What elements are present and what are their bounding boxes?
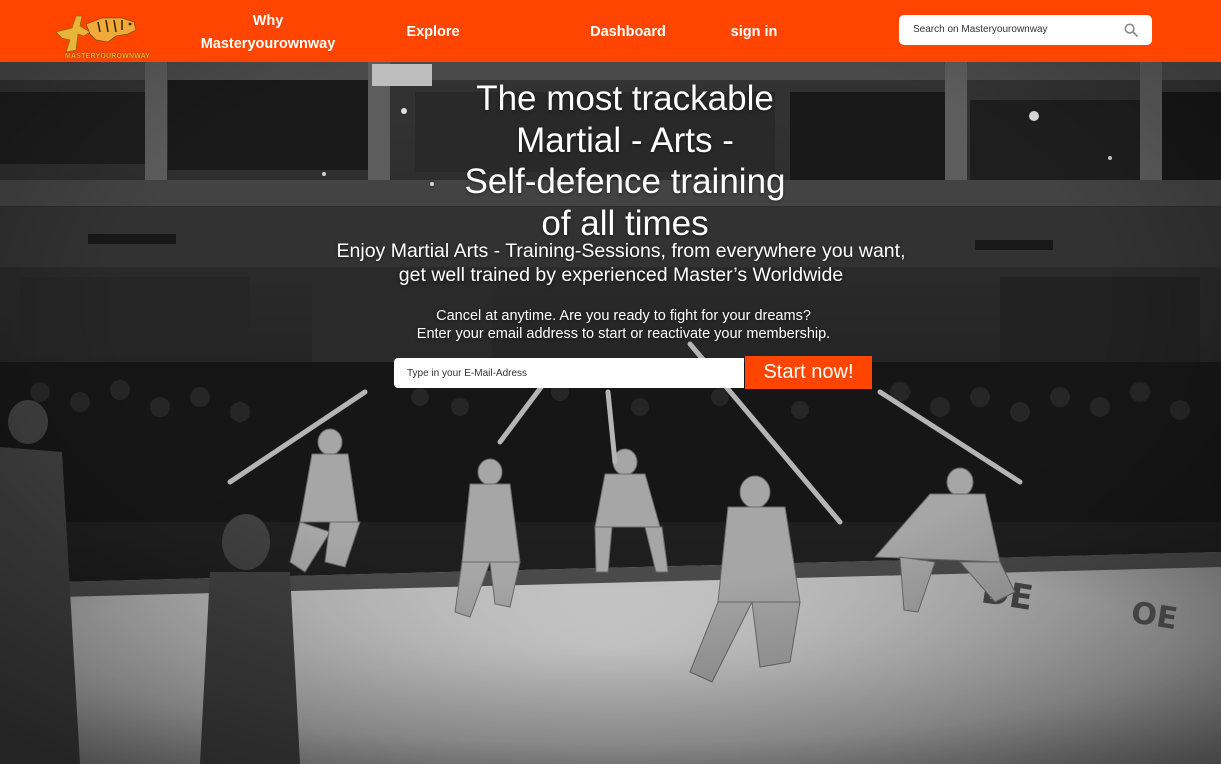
start-now-button[interactable]: Start now!: [745, 356, 872, 389]
search-input[interactable]: Search on Masteryourownway: [899, 15, 1152, 45]
nav-sign-in[interactable]: sign in: [728, 24, 780, 40]
nav-explore[interactable]: Explore: [404, 24, 462, 40]
subheadline-line: get well trained by experienced Master’s…: [398, 264, 844, 286]
landing-page: DE OE: [0, 0, 1221, 764]
nav-why-line1: Why: [252, 13, 284, 29]
nav-why-masteryourownway[interactable]: Why Masteryourownway: [196, 10, 340, 56]
search-icon[interactable]: [1124, 23, 1138, 37]
logo-text: MASTERYOUROWNWAY: [65, 53, 151, 60]
headline-line: Self-defence training: [464, 162, 786, 201]
hero-subheadline: Enjoy Martial Arts - Training-Sessions, …: [260, 239, 982, 287]
search-placeholder: Search on Masteryourownway: [913, 24, 1048, 35]
email-placeholder: Type in your E-Mail-Adress: [407, 368, 528, 379]
nav-why-line2: Masteryourownway: [200, 36, 336, 52]
membership-info: Cancel at anytime. Are you ready to figh…: [300, 307, 947, 343]
headline-line: of all times: [541, 203, 709, 243]
top-navbar: MASTERYOUROWNWAY Why Masteryourownway Ex…: [0, 0, 1221, 62]
membership-info-line: Enter your email address to start or rea…: [416, 326, 831, 342]
email-field[interactable]: Type in your E-Mail-Adress: [394, 358, 744, 388]
headline-line: The most trackable: [476, 79, 774, 118]
brand-logo[interactable]: MASTERYOUROWNWAY: [50, 10, 150, 62]
membership-info-line: Cancel at anytime. Are you ready to figh…: [436, 308, 811, 324]
headline-line: Martial - Arts -: [516, 120, 734, 160]
subheadline-line: Enjoy Martial Arts - Training-Sessions, …: [336, 240, 906, 262]
nav-dashboard[interactable]: Dashboard: [588, 24, 668, 40]
hero-headline: The most trackable Martial - Arts - Self…: [360, 78, 890, 244]
